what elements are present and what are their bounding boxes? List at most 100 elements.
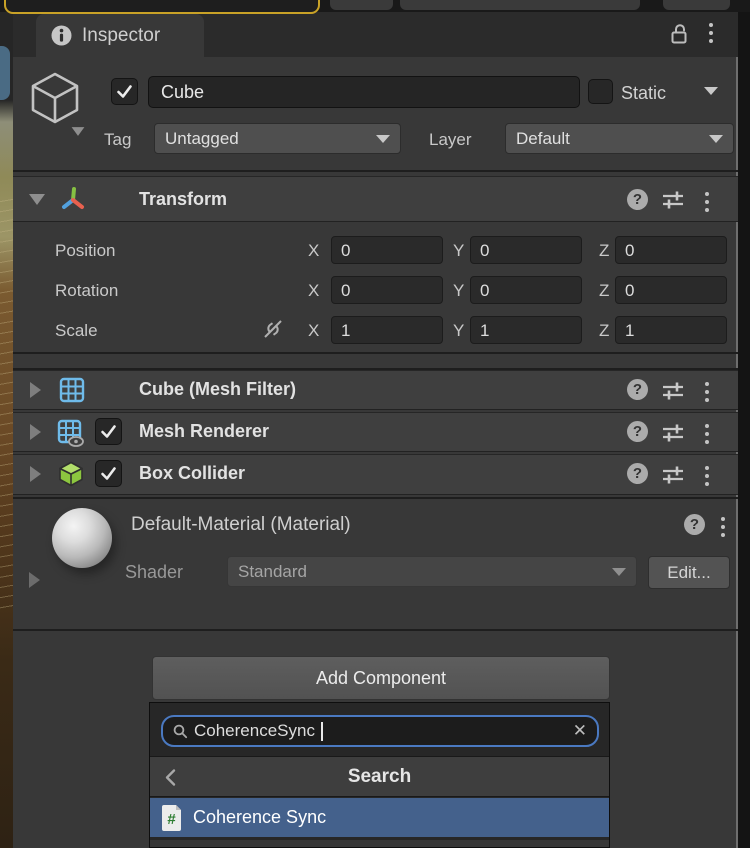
gameobject-active-checkbox[interactable]	[111, 78, 138, 105]
shader-value: Standard	[238, 562, 612, 582]
box-collider-title: Box Collider	[139, 463, 245, 484]
unity-inspector-window: Inspector Static Tag Untagged Layer Defa…	[0, 0, 750, 848]
axis-y-label: Y	[453, 281, 464, 301]
static-dropdown-arrow[interactable]	[704, 87, 718, 95]
kebab-menu-icon[interactable]	[703, 380, 711, 404]
help-icon[interactable]: ?	[684, 514, 705, 535]
rotation-label: Rotation	[55, 281, 118, 301]
axis-z-label: Z	[599, 321, 609, 341]
mesh-renderer-icon	[56, 418, 86, 448]
check-icon	[115, 82, 134, 101]
presets-icon[interactable]	[661, 464, 685, 486]
kebab-menu-icon[interactable]	[703, 190, 711, 214]
window-edge	[738, 12, 750, 848]
kebab-menu-icon[interactable]	[719, 515, 727, 539]
gameobject-icon-dropdown[interactable]	[72, 127, 85, 136]
axis-y-label: Y	[453, 321, 464, 341]
transform-icon	[59, 185, 87, 213]
chevron-left-icon[interactable]	[164, 768, 177, 787]
presets-icon[interactable]	[661, 422, 685, 444]
terrain-wireframe-lines	[0, 192, 13, 612]
edit-material-button[interactable]: Edit...	[648, 556, 730, 589]
scale-x-field[interactable]: 1	[331, 316, 443, 344]
presets-icon[interactable]	[661, 189, 685, 211]
axis-z-label: Z	[599, 281, 609, 301]
scale-label: Scale	[55, 321, 98, 341]
transform-foldout[interactable]	[29, 194, 45, 205]
search-icon	[173, 724, 188, 739]
kebab-menu-icon[interactable]	[703, 464, 711, 488]
help-icon[interactable]: ?	[627, 379, 648, 400]
tag-value: Untagged	[165, 129, 376, 149]
search-result-coherence-sync[interactable]: # Coherence Sync	[150, 798, 609, 837]
position-x-field[interactable]: 0	[331, 236, 443, 264]
chevron-down-icon	[709, 135, 723, 143]
shader-label: Shader	[125, 562, 183, 583]
help-icon[interactable]: ?	[627, 463, 648, 484]
gameobject-cube-icon[interactable]	[27, 68, 83, 128]
box-collider-icon	[57, 460, 85, 488]
svg-text:#: #	[167, 811, 176, 828]
box-collider-enabled-checkbox[interactable]	[95, 460, 122, 487]
rotation-z-field[interactable]: 0	[615, 276, 727, 304]
tag-label: Tag	[104, 130, 131, 150]
search-results-header: Search	[150, 756, 609, 797]
text-cursor	[321, 722, 323, 741]
chevron-down-icon	[376, 135, 390, 143]
toolbar-button[interactable]	[400, 0, 640, 10]
component-search-input[interactable]: CoherenceSync ✕	[161, 715, 599, 747]
add-component-button[interactable]: Add Component	[152, 656, 610, 700]
layer-dropdown[interactable]: Default	[505, 123, 734, 154]
material-preview-sphere[interactable]	[52, 508, 112, 568]
tab-inspector[interactable]: Inspector	[36, 14, 204, 57]
layer-label: Layer	[429, 130, 472, 150]
csharp-script-icon: #	[160, 804, 183, 832]
kebab-menu-icon[interactable]	[703, 422, 711, 446]
toolbar-button[interactable]	[330, 0, 393, 10]
editor-toolbar	[0, 0, 750, 12]
position-y-field[interactable]: 0	[470, 236, 582, 264]
add-component-label: Add Component	[316, 668, 446, 689]
shader-dropdown[interactable]: Standard	[227, 556, 637, 587]
layer-value: Default	[516, 129, 709, 149]
scene-view-edge	[0, 12, 13, 848]
lock-open-icon[interactable]	[666, 21, 692, 47]
scale-z-field[interactable]: 1	[615, 316, 727, 344]
mesh-filter-foldout[interactable]	[30, 382, 41, 398]
mesh-renderer-enabled-checkbox[interactable]	[95, 418, 122, 445]
transform-title: Transform	[139, 189, 227, 210]
toolbar-button[interactable]	[663, 0, 730, 10]
mesh-filter-icon	[58, 376, 86, 404]
axis-x-label: X	[308, 321, 319, 341]
mesh-renderer-foldout[interactable]	[30, 424, 41, 440]
kebab-menu-icon[interactable]	[707, 21, 715, 45]
presets-icon[interactable]	[661, 380, 685, 402]
edit-button-label: Edit...	[667, 563, 710, 583]
axis-y-label: Y	[453, 241, 464, 261]
help-icon[interactable]: ?	[627, 421, 648, 442]
add-component-popup: CoherenceSync ✕ Search # Coherence Sync …	[149, 702, 610, 848]
clear-search-icon[interactable]: ✕	[573, 721, 587, 741]
mesh-renderer-title: Mesh Renderer	[139, 421, 269, 442]
material-foldout[interactable]	[29, 572, 40, 588]
link-off-icon[interactable]	[260, 316, 286, 342]
box-collider-foldout[interactable]	[30, 466, 41, 482]
mesh-filter-title: Cube (Mesh Filter)	[139, 379, 296, 400]
tag-dropdown[interactable]: Untagged	[154, 123, 401, 154]
help-icon[interactable]: ?	[627, 189, 648, 210]
gameobject-name-field[interactable]	[148, 76, 580, 108]
result-label: Coherence Sync	[193, 807, 326, 828]
material-title: Default-Material (Material)	[131, 514, 351, 536]
axis-x-label: X	[308, 241, 319, 261]
search-result-partial[interactable]: Coherence Sync Baked	[150, 840, 609, 848]
rotation-y-field[interactable]: 0	[470, 276, 582, 304]
position-z-field[interactable]: 0	[615, 236, 727, 264]
toolbar-search-field[interactable]	[4, 0, 320, 14]
static-checkbox[interactable]	[588, 79, 613, 104]
axis-x-label: X	[308, 281, 319, 301]
chevron-down-icon	[612, 568, 626, 576]
tab-label: Inspector	[82, 25, 160, 47]
scale-y-field[interactable]: 1	[470, 316, 582, 344]
rotation-x-field[interactable]: 0	[331, 276, 443, 304]
position-label: Position	[55, 241, 115, 261]
